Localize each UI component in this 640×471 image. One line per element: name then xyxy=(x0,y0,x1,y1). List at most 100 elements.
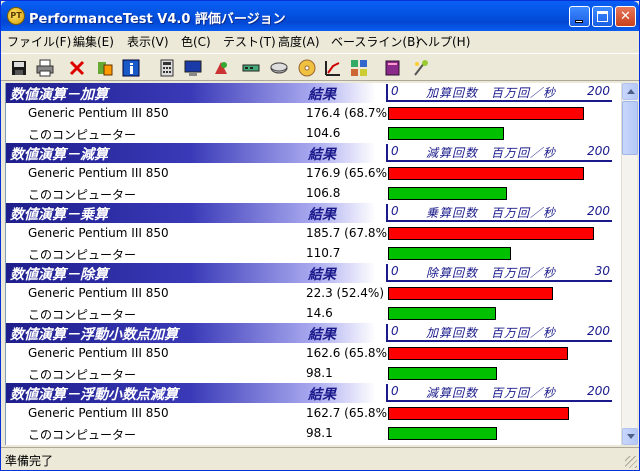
reference-label: Generic Pentium III 850 xyxy=(28,226,169,240)
this-computer-bar xyxy=(388,307,496,320)
menu-item[interactable]: ヘルプ(H) xyxy=(416,33,470,50)
benchmark-section: 数値演算－浮動小数点加算 結果 0 加算回数 百万回／秒 200 Generic Pent… xyxy=(6,323,621,383)
toolbar xyxy=(1,53,639,81)
chart-icon[interactable] xyxy=(323,58,343,78)
delete-icon[interactable] xyxy=(67,58,87,78)
this-computer-label: このコンピューター xyxy=(28,428,137,442)
benchmark-section: 数値演算－加算 結果 0 加算回数 百万回／秒 200 Generic Pentium I… xyxy=(6,83,621,143)
reference-row[interactable]: Generic Pentium III 850 176.4 (68.7%) xyxy=(6,103,621,123)
menu-item[interactable]: ファイル(F) xyxy=(7,33,71,50)
print-icon[interactable] xyxy=(35,58,55,78)
menu-item[interactable]: テスト(T) xyxy=(223,33,276,50)
scale-min-label: 0 xyxy=(391,144,399,158)
reference-row[interactable]: Generic Pentium III 850 185.7 (67.8%) xyxy=(6,223,621,243)
this-computer-value: 98.1 xyxy=(306,366,333,380)
calculator-icon[interactable] xyxy=(157,58,177,78)
network-icon[interactable] xyxy=(349,58,369,78)
section-title: 数値演算－加算 xyxy=(10,87,108,103)
reference-row[interactable]: Generic Pentium III 850 176.9 (65.6%) xyxy=(6,163,621,183)
maximize-button[interactable] xyxy=(592,6,613,27)
section-title: 数値演算－除算 xyxy=(10,267,108,283)
reference-value: 162.7 (65.8%) xyxy=(306,406,392,420)
result-column-header: 結果 xyxy=(308,267,336,283)
this-computer-row[interactable]: このコンピューター 98.1 xyxy=(6,423,621,443)
wizard-icon[interactable] xyxy=(411,58,431,78)
this-computer-value: 104.6 xyxy=(306,126,341,140)
disk-icon[interactable] xyxy=(269,58,289,78)
menu-item[interactable]: 表示(V) xyxy=(127,33,169,50)
scroll-down-button[interactable] xyxy=(622,428,638,445)
reference-value: 185.7 (67.8%) xyxy=(306,226,392,240)
scroll-up-button[interactable] xyxy=(622,83,638,100)
scale-unit-label: 加算回数 百万回／秒 xyxy=(426,326,557,340)
this-computer-bar xyxy=(388,187,507,200)
scale-min-label: 0 xyxy=(391,204,399,218)
info-icon[interactable] xyxy=(121,58,141,78)
menu-item[interactable]: ベースライン(B) xyxy=(331,33,420,50)
this-computer-value: 110.7 xyxy=(306,246,341,260)
this-computer-label: このコンピューター xyxy=(28,308,137,322)
this-computer-value: 106.8 xyxy=(306,186,341,200)
result-column-header: 結果 xyxy=(308,87,336,103)
title-bar[interactable]: PT PerformanceTest V4.0 評価バージョン ✕ xyxy=(1,1,639,31)
menu-item[interactable]: 高度(A) xyxy=(278,33,320,50)
this-computer-row[interactable]: このコンピューター 98.1 xyxy=(6,363,621,383)
this-computer-bar xyxy=(388,367,497,380)
close-button[interactable]: ✕ xyxy=(615,6,636,27)
benchmark-section: 数値演算－除算 結果 0 除算回数 百万回／秒 30 Generic Pentium II… xyxy=(6,263,621,323)
reference-bar xyxy=(388,227,594,240)
result-column-header: 結果 xyxy=(308,387,336,403)
book-icon[interactable] xyxy=(383,58,403,78)
scale-unit-label: 加算回数 百万回／秒 xyxy=(426,86,557,100)
menu-item[interactable]: 色(C) xyxy=(181,33,211,50)
minimize-button[interactable] xyxy=(569,6,590,27)
section-title: 数値演算－減算 xyxy=(10,147,108,163)
reference-bar xyxy=(388,167,584,180)
scale-max-label: 30 xyxy=(594,264,610,278)
benchmark-section: 数値演算－浮動小数点減算 結果 0 減算回数 百万回／秒 200 Generic Pent… xyxy=(6,383,621,443)
this-computer-row[interactable]: このコンピューター 106.8 xyxy=(6,183,621,203)
reference-row[interactable]: Generic Pentium III 850 22.3 (52.4%) xyxy=(6,283,621,303)
scale-min-label: 0 xyxy=(391,324,399,338)
menu-bar: ファイル(F) 編集(E) 表示(V) 色(C) テスト(T) 高度(A) ベースライン(B… xyxy=(1,31,639,51)
scroll-thumb[interactable] xyxy=(622,101,638,155)
reference-label: Generic Pentium III 850 xyxy=(28,406,169,420)
reference-bar xyxy=(388,107,584,120)
scale-unit-label: 乗算回数 百万回／秒 xyxy=(426,206,557,220)
app-window: PT PerformanceTest V4.0 評価バージョン ✕ ファイル(F… xyxy=(0,0,640,471)
status-text: 準備完了 xyxy=(5,454,54,468)
results-panel: 数値演算－加算 結果 0 加算回数 百万回／秒 200 Generic Pentium I… xyxy=(5,83,621,445)
resize-grip-icon[interactable] xyxy=(625,456,637,468)
section-title: 数値演算－乗算 xyxy=(10,207,108,223)
vertical-scrollbar[interactable] xyxy=(621,83,638,445)
app-icon[interactable]: PT xyxy=(7,7,25,25)
monitor-icon[interactable] xyxy=(183,58,203,78)
benchmark-section: 数値演算－乗算 結果 0 乗算回数 百万回／秒 200 Generic Pentium I… xyxy=(6,203,621,263)
reference-row[interactable]: Generic Pentium III 850 162.6 (65.8%) xyxy=(6,343,621,363)
scale-min-label: 0 xyxy=(391,84,399,98)
this-computer-label: このコンピューター xyxy=(28,188,137,202)
reference-value: 22.3 (52.4%) xyxy=(306,286,385,300)
result-column-header: 結果 xyxy=(308,327,336,343)
section-title: 数値演算－浮動小数点加算 xyxy=(10,327,178,343)
down-arrow-icon xyxy=(627,434,635,439)
this-computer-row[interactable]: このコンピューター 14.6 xyxy=(6,303,621,323)
save-icon[interactable] xyxy=(9,58,29,78)
scale-axis: 0 加算回数 百万回／秒 200 xyxy=(386,324,612,342)
this-computer-row[interactable]: このコンピューター 110.7 xyxy=(6,243,621,263)
scale-max-label: 200 xyxy=(587,204,610,218)
reference-label: Generic Pentium III 850 xyxy=(28,166,169,180)
reference-row[interactable]: Generic Pentium III 850 162.7 (65.8%) xyxy=(6,403,621,423)
memory-icon[interactable] xyxy=(241,58,261,78)
graphics-icon[interactable] xyxy=(211,58,231,78)
reference-label: Generic Pentium III 850 xyxy=(28,106,169,120)
reference-bar xyxy=(388,407,569,420)
menu-item[interactable]: 編集(E) xyxy=(73,33,114,50)
this-computer-row[interactable]: このコンピューター 104.6 xyxy=(6,123,621,143)
compare-icon[interactable] xyxy=(95,58,115,78)
scale-unit-label: 減算回数 百万回／秒 xyxy=(426,386,557,400)
this-computer-label: このコンピューター xyxy=(28,368,137,382)
this-computer-label: このコンピューター xyxy=(28,128,137,142)
minimize-icon xyxy=(575,20,583,23)
cd-icon[interactable] xyxy=(297,58,317,78)
